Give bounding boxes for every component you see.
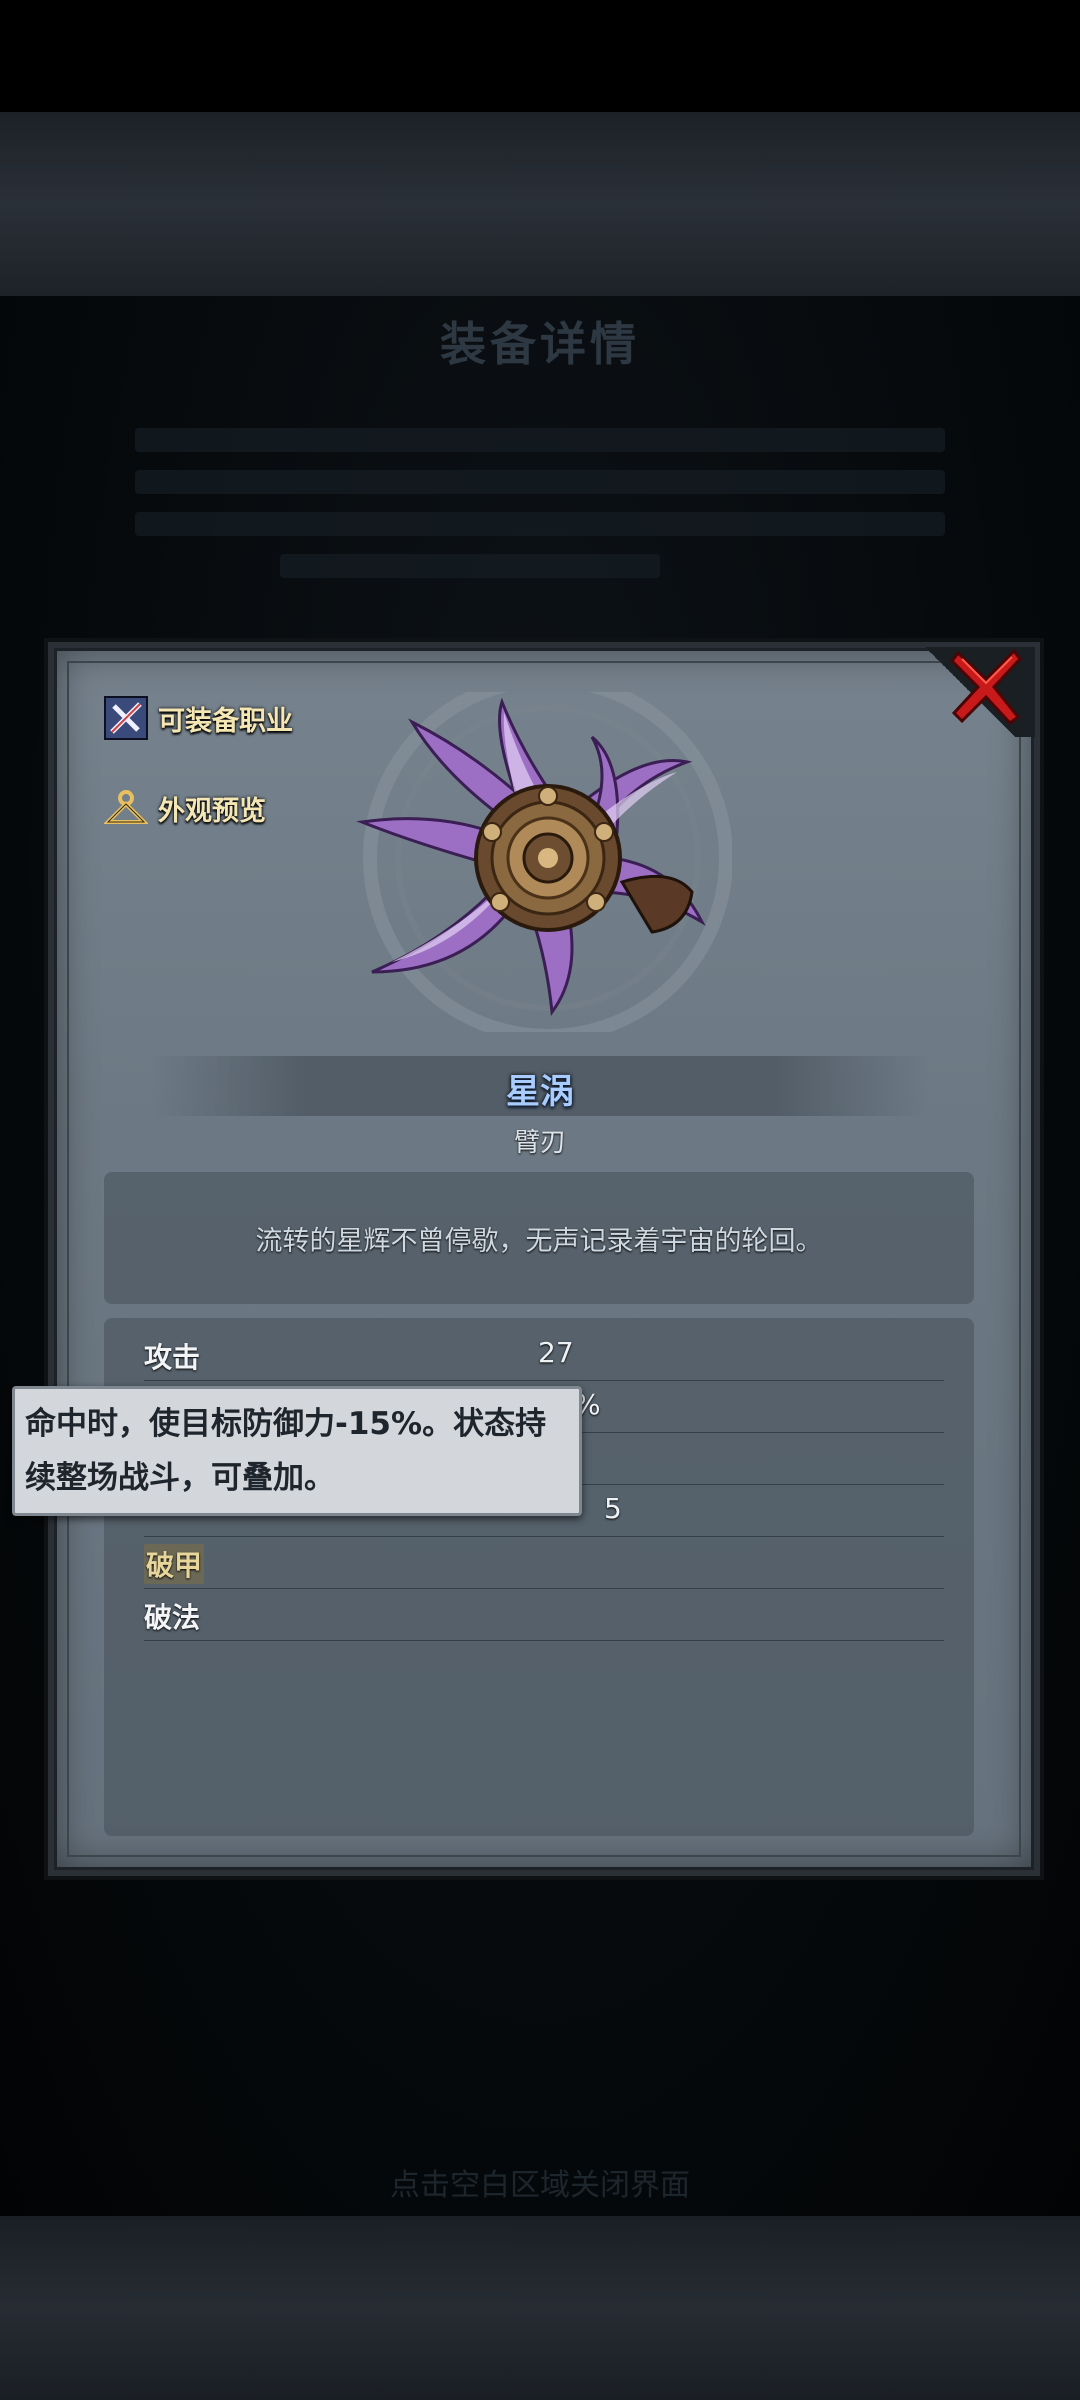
item-type: 臂刃 bbox=[513, 1128, 566, 1158]
stat-label: 攻击 bbox=[144, 1341, 201, 1374]
item-name: 星涡 bbox=[506, 1072, 574, 1112]
item-description: 流转的星辉不曾停歇，无声记录着宇宙的轮回。 bbox=[255, 1225, 823, 1257]
stat-value: 5 bbox=[604, 1492, 622, 1525]
background-footer-hint[interactable]: 点击空白区域关闭界面 bbox=[0, 2160, 1080, 2204]
close-x-icon bbox=[950, 648, 1022, 725]
background-text-line bbox=[135, 470, 945, 494]
stat-row[interactable]: 破甲 bbox=[144, 1536, 944, 1589]
equip-class-button[interactable]: 可装备职业 bbox=[104, 696, 293, 740]
equip-class-label: 可装备职业 bbox=[158, 705, 293, 737]
background-text-line bbox=[280, 554, 660, 578]
class-weapon-icon bbox=[104, 696, 148, 740]
stat-value: 27 bbox=[538, 1336, 574, 1369]
bottom-decor-band bbox=[0, 2216, 1080, 2400]
stat-row[interactable]: 破法 bbox=[144, 1588, 944, 1641]
background-text-line bbox=[135, 512, 945, 536]
tooltip-text: 命中时，使目标防御力-15%。状态持续整场战斗，可叠加。 bbox=[25, 1406, 547, 1496]
close-button[interactable] bbox=[946, 642, 1026, 728]
appearance-preview-label: 外观预览 bbox=[158, 795, 266, 827]
top-decor-band bbox=[0, 112, 1080, 296]
weapon-image bbox=[356, 692, 732, 1032]
stat-label: 破甲 bbox=[144, 1544, 205, 1584]
status-bar-area bbox=[0, 0, 1080, 112]
stat-tooltip: 命中时，使目标防御力-15%。状态持续整场战斗，可叠加。 bbox=[12, 1386, 582, 1516]
preview-hanger-icon bbox=[104, 786, 148, 830]
stat-row: 攻击 27 bbox=[144, 1328, 944, 1381]
appearance-preview-button[interactable]: 外观预览 bbox=[104, 786, 266, 830]
background-title: 装备详情 bbox=[440, 317, 640, 371]
stat-label: 破法 bbox=[144, 1601, 201, 1634]
item-description-box: 流转的星辉不曾停歇，无声记录着宇宙的轮回。 bbox=[104, 1172, 974, 1304]
background-text-line bbox=[135, 428, 945, 452]
